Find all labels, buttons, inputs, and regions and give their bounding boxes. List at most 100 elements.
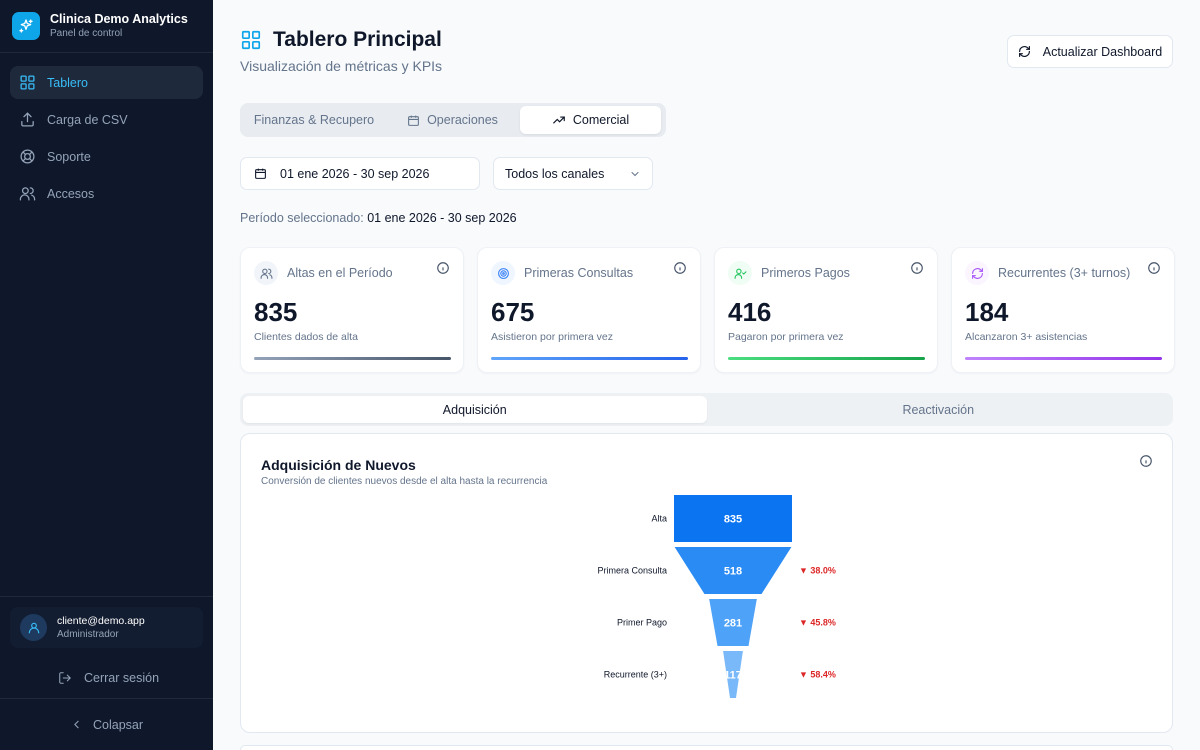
tab-operaciones[interactable]: Operaciones	[385, 106, 520, 134]
users-icon	[254, 261, 278, 285]
tab-label: Operaciones	[427, 113, 498, 127]
users-icon	[19, 187, 36, 201]
kpi-label: Altas en el Período	[287, 266, 393, 280]
refresh-dashboard-button[interactable]: Actualizar Dashboard	[1007, 35, 1173, 68]
kpi-label: Primeros Pagos	[761, 266, 850, 280]
brand-subtitle: Panel de control	[50, 28, 123, 39]
logout-icon	[59, 672, 71, 684]
sidebar-item-label: Carga de CSV	[47, 112, 128, 127]
channel-select[interactable]: Todos los canales	[493, 157, 653, 190]
funnel-stage-label: Recurrente (3+)	[604, 670, 667, 680]
kpi-value: 675	[491, 297, 535, 327]
info-icon[interactable]	[436, 261, 450, 275]
kpi-card-primeros-pagos: Primeros Pagos 416 Pagaron por primera v…	[714, 247, 938, 373]
logout-button[interactable]: Cerrar sesión	[0, 658, 213, 698]
funnel-tabs: Adquisición Reactivación	[240, 393, 1173, 426]
period-prefix: Período seleccionado:	[240, 211, 364, 225]
funnel-stage-value: 117	[724, 670, 742, 682]
tab-label: Comercial	[572, 113, 630, 127]
page-header: Tablero Principal	[240, 28, 442, 52]
funnel-stage-drop: ▼ 45.8%	[799, 618, 836, 628]
user-check-icon	[728, 261, 752, 285]
period-value: 01 ene 2026 - 30 sep 2026	[367, 211, 517, 225]
channel-value: Todos los canales	[505, 166, 605, 181]
sparkle-icon	[12, 12, 40, 40]
kpi-accent-bar	[965, 357, 1162, 360]
collapse-button[interactable]: Colapsar	[0, 698, 213, 750]
funnel-card: Adquisición de Nuevos Conversión de clie…	[240, 433, 1173, 733]
kpi-value: 184	[965, 297, 1009, 327]
trending-up-icon	[553, 116, 565, 124]
funnel-stage-value: 281	[724, 618, 742, 630]
brand-header: Clinica Demo Analytics Panel de control	[0, 0, 213, 53]
target-icon	[491, 261, 515, 285]
lifebuoy-icon	[20, 149, 35, 164]
kpi-description: Alcanzaron 3+ asistencias	[965, 331, 1088, 343]
user-icon	[20, 614, 47, 641]
info-icon[interactable]	[1147, 261, 1161, 275]
funnel-stage-value: 835	[724, 514, 742, 526]
main-content: Tablero Principal Visualización de métri…	[213, 0, 1200, 750]
kpi-value: 835	[254, 297, 298, 327]
kpi-cards: Altas en el Período 835 Clientes dados d…	[240, 247, 1175, 373]
calendar-icon	[408, 115, 419, 126]
chevron-left-icon	[74, 720, 79, 729]
sidebar-item-accesos[interactable]: Accesos	[10, 177, 203, 210]
date-range-value: 01 ene 2026 - 30 sep 2026	[280, 166, 430, 181]
sidebar-item-carga-csv[interactable]: Carga de CSV	[10, 103, 203, 136]
page-subtitle: Visualización de métricas y KPIs	[240, 58, 443, 74]
sidebar-item-label: Accesos	[47, 186, 95, 201]
info-icon[interactable]	[910, 261, 924, 275]
sidebar: Clinica Demo Analytics Panel de control …	[0, 0, 213, 750]
funnel-chart: Alta 835 Primera Consulta 518 ▼ 38.0% Primer …	[597, 495, 836, 698]
funnel-stage-drop: ▼ 38.0%	[799, 566, 836, 576]
funnel-stage-label: Primera Consulta	[597, 566, 667, 576]
kpi-description: Asistieron por primera vez	[491, 331, 613, 343]
logout-label: Cerrar sesión	[84, 671, 160, 685]
brand-title: Clinica Demo Analytics	[50, 12, 188, 26]
refresh-icon	[965, 261, 989, 285]
sidebar-item-soporte[interactable]: Soporte	[10, 140, 203, 173]
sidebar-item-label: Soporte	[47, 149, 91, 164]
dashboard-icon	[20, 75, 35, 90]
funnel-stage-label: Alta	[651, 514, 667, 524]
refresh-icon	[1018, 46, 1030, 57]
funnel-stage-value: 518	[724, 566, 742, 578]
user-email: cliente@demo.app	[57, 614, 145, 627]
tab-comercial[interactable]: Comercial	[520, 106, 661, 134]
upload-icon	[21, 112, 34, 127]
section-tabs: Finanzas & Recupero Operaciones Comercia…	[240, 103, 666, 137]
kpi-card-altas: Altas en el Período 835 Clientes dados d…	[240, 247, 464, 373]
kpi-description: Pagaron por primera vez	[728, 331, 844, 343]
tab-label: Finanzas & Recupero	[253, 113, 375, 127]
kpi-description: Clientes dados de alta	[254, 331, 358, 343]
collapse-label: Colapsar	[92, 717, 144, 732]
kpi-accent-bar	[491, 357, 688, 360]
dashboard-icon	[241, 30, 261, 50]
info-icon[interactable]	[673, 261, 687, 275]
date-range-picker[interactable]: 01 ene 2026 - 30 sep 2026	[240, 157, 480, 190]
kpi-value: 416	[728, 297, 772, 327]
page-title: Tablero Principal	[273, 28, 442, 51]
kpi-label: Recurrentes (3+ turnos)	[998, 266, 1131, 280]
calendar-icon	[255, 168, 266, 179]
sidebar-item-tablero[interactable]: Tablero	[10, 66, 203, 99]
kpi-label: Primeras Consultas	[524, 266, 634, 280]
user-card[interactable]: cliente@demo.app Administrador	[10, 607, 203, 648]
refresh-label: Actualizar Dashboard	[1042, 44, 1163, 59]
kpi-card-recurrentes: Recurrentes (3+ turnos) 184 Alcanzaron 3…	[951, 247, 1175, 373]
kpi-accent-bar	[728, 357, 925, 360]
user-role: Administrador	[57, 628, 119, 640]
sidebar-nav: Tablero Carga de CSV Soporte Accesos	[0, 53, 213, 227]
chevron-down-icon	[631, 171, 639, 176]
funnel-stage-drop: ▼ 58.4%	[799, 670, 836, 680]
tab-adquisicion[interactable]: Adquisición	[243, 396, 707, 423]
kpi-accent-bar	[254, 357, 451, 360]
funnel-stage-label: Primer Pago	[617, 618, 667, 628]
next-card-edge	[240, 745, 1173, 750]
kpi-card-primeras-consultas: Primeras Consultas 675 Asistieron por pr…	[477, 247, 701, 373]
tab-finanzas[interactable]: Finanzas & Recupero	[243, 106, 385, 134]
tab-reactivacion[interactable]: Reactivación	[707, 396, 1171, 423]
sidebar-footer: cliente@demo.app Administrador Cerrar se…	[0, 596, 213, 750]
sidebar-item-label: Tablero	[47, 75, 88, 90]
